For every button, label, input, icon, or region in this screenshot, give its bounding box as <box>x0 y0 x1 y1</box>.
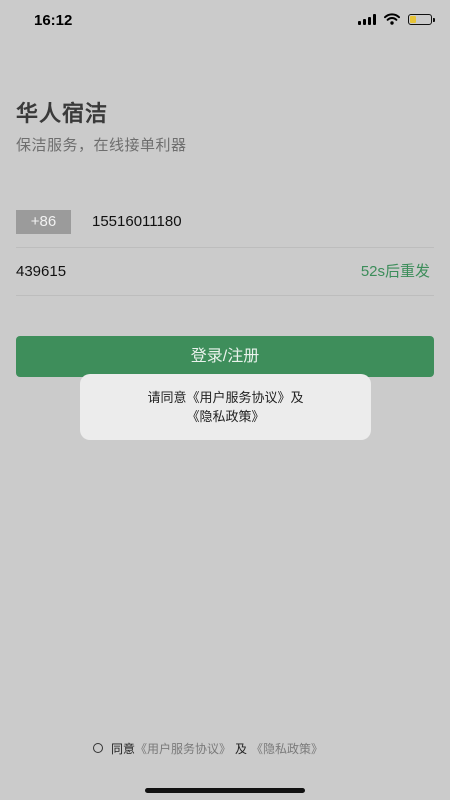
app-subtitle: 保洁服务，在线接单利器 <box>16 137 187 154</box>
country-code-selector[interactable]: +86 <box>16 210 71 234</box>
agreement-row: 同意 《用户服务协议》 及 《隐私政策》 <box>93 740 323 756</box>
cellular-signal-icon <box>358 13 376 25</box>
agreement-and-text: 及 <box>235 741 248 756</box>
status-time: 16:12 <box>34 12 73 29</box>
user-agreement-link[interactable]: 《用户服务协议》 <box>135 740 231 757</box>
toast-line-1: 请同意《用户服务协议》及 <box>147 390 304 405</box>
verification-code-input[interactable]: 439615 <box>16 260 66 284</box>
resend-code-button[interactable]: 52s后重发 <box>361 260 430 284</box>
phone-number-input[interactable]: 15516011180 <box>92 210 182 234</box>
verification-row: 439615 52s后重发 <box>16 258 434 296</box>
battery-icon <box>408 13 435 25</box>
home-indicator[interactable] <box>145 788 305 793</box>
status-bar: 16:12 <box>0 0 450 44</box>
privacy-policy-link[interactable]: 《隐私政策》 <box>251 740 323 757</box>
toast-line-2: 《隐私政策》 <box>186 409 265 424</box>
wifi-icon <box>384 13 400 25</box>
agree-checkbox[interactable] <box>93 743 103 753</box>
login-register-button[interactable]: 登录/注册 <box>16 336 434 377</box>
status-icons <box>358 13 435 25</box>
toast-message: 请同意《用户服务协议》及 《隐私政策》 <box>80 374 371 440</box>
phone-row: +86 15516011180 <box>16 210 434 248</box>
agree-label: 同意 <box>111 741 136 756</box>
app-title: 华人宿洁 <box>16 101 109 126</box>
battery-level <box>410 15 416 23</box>
